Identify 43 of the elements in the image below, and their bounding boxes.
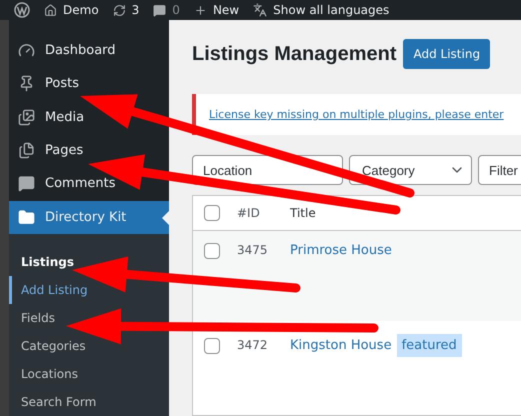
row-checkbox[interactable] [204, 243, 220, 259]
listing-title-link[interactable]: Primrose House [290, 243, 392, 258]
home-icon[interactable] [44, 4, 57, 16]
comment-icon [18, 175, 35, 192]
listing-title-link[interactable]: Kingston House [290, 338, 392, 353]
sidebar-item[interactable]: Posts [9, 67, 169, 101]
site-link[interactable]: Demo [63, 3, 99, 17]
wordpress-logo-icon [14, 2, 30, 18]
submenu-item[interactable]: Add Listing [9, 276, 92, 304]
submenu-item[interactable]: Search Form [9, 388, 100, 416]
languages-link[interactable]: Show all languages [273, 3, 390, 17]
license-notice-link[interactable]: License key missing on multiple plugins, please enter [209, 108, 504, 121]
id-cell-text: 3475 [236, 243, 269, 257]
comment-icon[interactable] [153, 4, 166, 16]
updates-count: 3 [132, 3, 140, 17]
plus-icon[interactable] [194, 4, 207, 16]
translate-icon[interactable] [253, 3, 268, 17]
featured-tag: featured [396, 334, 462, 357]
column-header: #ID [236, 206, 261, 220]
folder-icon [18, 208, 35, 226]
id-cell-text: 3472 [236, 338, 269, 352]
comments-count: 0 [172, 3, 180, 17]
submenu-item[interactable]: Fields [9, 304, 59, 332]
media-icon [18, 108, 35, 126]
new-link[interactable]: New [212, 3, 240, 17]
sidebar-item[interactable]: Comments [9, 167, 169, 201]
add-listing-button[interactable]: Add Listing [403, 39, 490, 69]
category-select[interactable]: Category [349, 155, 472, 185]
updates-icon[interactable] [112, 4, 126, 16]
submenu-item[interactable]: Listings [9, 248, 78, 276]
submenu-item[interactable]: Categories [9, 332, 90, 360]
column-header: Title [290, 206, 316, 220]
filter-field[interactable]: Filter [478, 155, 521, 185]
sidebar-item[interactable]: Dashboard [9, 34, 169, 68]
pages-icon [18, 142, 35, 160]
pin-icon [18, 75, 35, 92]
sidebar-item[interactable]: Pages [9, 134, 169, 168]
sidebar-item[interactable]: Media [9, 100, 169, 134]
page-title: Listings Management [192, 42, 396, 66]
select-all-checkbox[interactable] [204, 205, 220, 221]
submenu-item[interactable]: Locations [9, 360, 82, 388]
sidebar-item[interactable]: Directory Kit [9, 200, 169, 234]
row-checkbox[interactable] [204, 338, 220, 354]
